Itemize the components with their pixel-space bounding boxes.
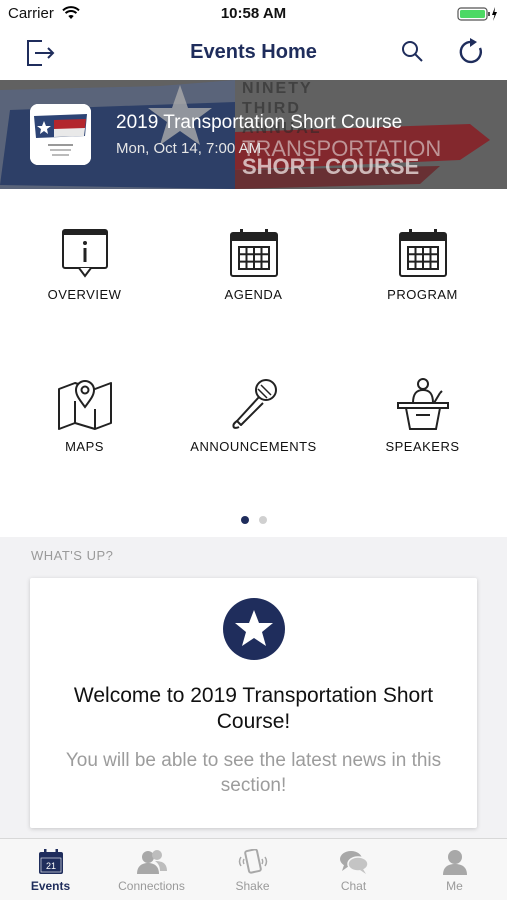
- menu-overview[interactable]: OVERVIEW: [0, 227, 169, 302]
- menu-label-overview: OVERVIEW: [47, 287, 122, 302]
- tab-bar: 21 Events Connections Shake Chat Me: [0, 838, 507, 900]
- page-indicator[interactable]: [0, 511, 507, 529]
- search-icon[interactable]: [400, 39, 424, 63]
- menu-label-speakers: SPEAKERS: [385, 439, 460, 454]
- people-icon: [136, 850, 167, 874]
- calendar-icon: [398, 229, 447, 277]
- calendar-day-icon: 21: [38, 849, 63, 874]
- map-pin-icon: [57, 380, 112, 430]
- page-dot-1[interactable]: [240, 516, 249, 524]
- info-board-icon: [61, 229, 108, 278]
- tab-events[interactable]: 21 Events: [0, 839, 101, 900]
- status-bar: Carrier 10:58 AM: [0, 0, 507, 28]
- banner-text-ninety: NINETY: [242, 80, 313, 97]
- menu-label-maps: MAPS: [65, 439, 104, 454]
- event-title: 2019 Transportation Short Course: [116, 112, 403, 133]
- phone-shake-icon: [238, 849, 267, 874]
- event-logo: [30, 104, 91, 165]
- event-menu-grid: OVERVIEW AGENDA PROGRAM MAPS ANNOUNCEMEN…: [0, 189, 507, 537]
- event-banner[interactable]: NINETY THIRD ANNUAL TRANSPORTATION SHORT…: [0, 80, 507, 189]
- whats-up-card: Welcome to 2019 Transportation Short Cou…: [30, 578, 477, 828]
- tab-chat[interactable]: Chat: [303, 839, 404, 900]
- menu-label-program: PROGRAM: [387, 287, 458, 302]
- page-dot-2[interactable]: [258, 516, 267, 524]
- podium-speaker-icon: [396, 378, 449, 430]
- banner-text-short-course: SHORT COURSE: [242, 154, 420, 179]
- refresh-icon[interactable]: [458, 38, 486, 66]
- tab-label-shake: Shake: [235, 879, 270, 893]
- clock: 10:58 AM: [220, 5, 287, 22]
- news-note: You will be able to see the latest news …: [65, 750, 442, 796]
- tab-connections[interactable]: Connections: [101, 839, 202, 900]
- menu-announcements[interactable]: ANNOUNCEMENTS: [169, 377, 338, 454]
- page-title: Events Home: [190, 41, 317, 63]
- microphone-icon: [231, 379, 277, 429]
- menu-program[interactable]: PROGRAM: [338, 227, 507, 302]
- section-label-whats-up: WHAT'S UP?: [31, 548, 114, 563]
- menu-speakers[interactable]: SPEAKERS: [338, 377, 507, 454]
- tab-me[interactable]: Me: [404, 839, 505, 900]
- person-icon: [442, 850, 467, 875]
- battery-icon: [457, 7, 497, 21]
- menu-label-agenda: AGENDA: [224, 287, 283, 302]
- tab-events-date: 21: [45, 861, 55, 871]
- tab-shake[interactable]: Shake: [202, 839, 303, 900]
- event-date: Mon, Oct 14, 7:00 AM: [116, 140, 262, 157]
- menu-agenda[interactable]: AGENDA: [169, 227, 338, 302]
- welcome-message: Welcome to 2019 Transportation Short Cou…: [73, 684, 434, 733]
- calendar-icon: [229, 229, 278, 277]
- menu-maps[interactable]: MAPS: [0, 377, 169, 454]
- tab-label-me: Me: [446, 879, 463, 893]
- tab-label-connections: Connections: [118, 879, 185, 893]
- navigation-bar: Events Home: [0, 28, 507, 80]
- star-badge-icon: [223, 598, 285, 660]
- tab-label-chat: Chat: [340, 879, 367, 893]
- tab-label-events: Events: [30, 879, 71, 893]
- chat-bubbles-icon: [339, 851, 369, 874]
- menu-label-announcements: ANNOUNCEMENTS: [190, 439, 317, 454]
